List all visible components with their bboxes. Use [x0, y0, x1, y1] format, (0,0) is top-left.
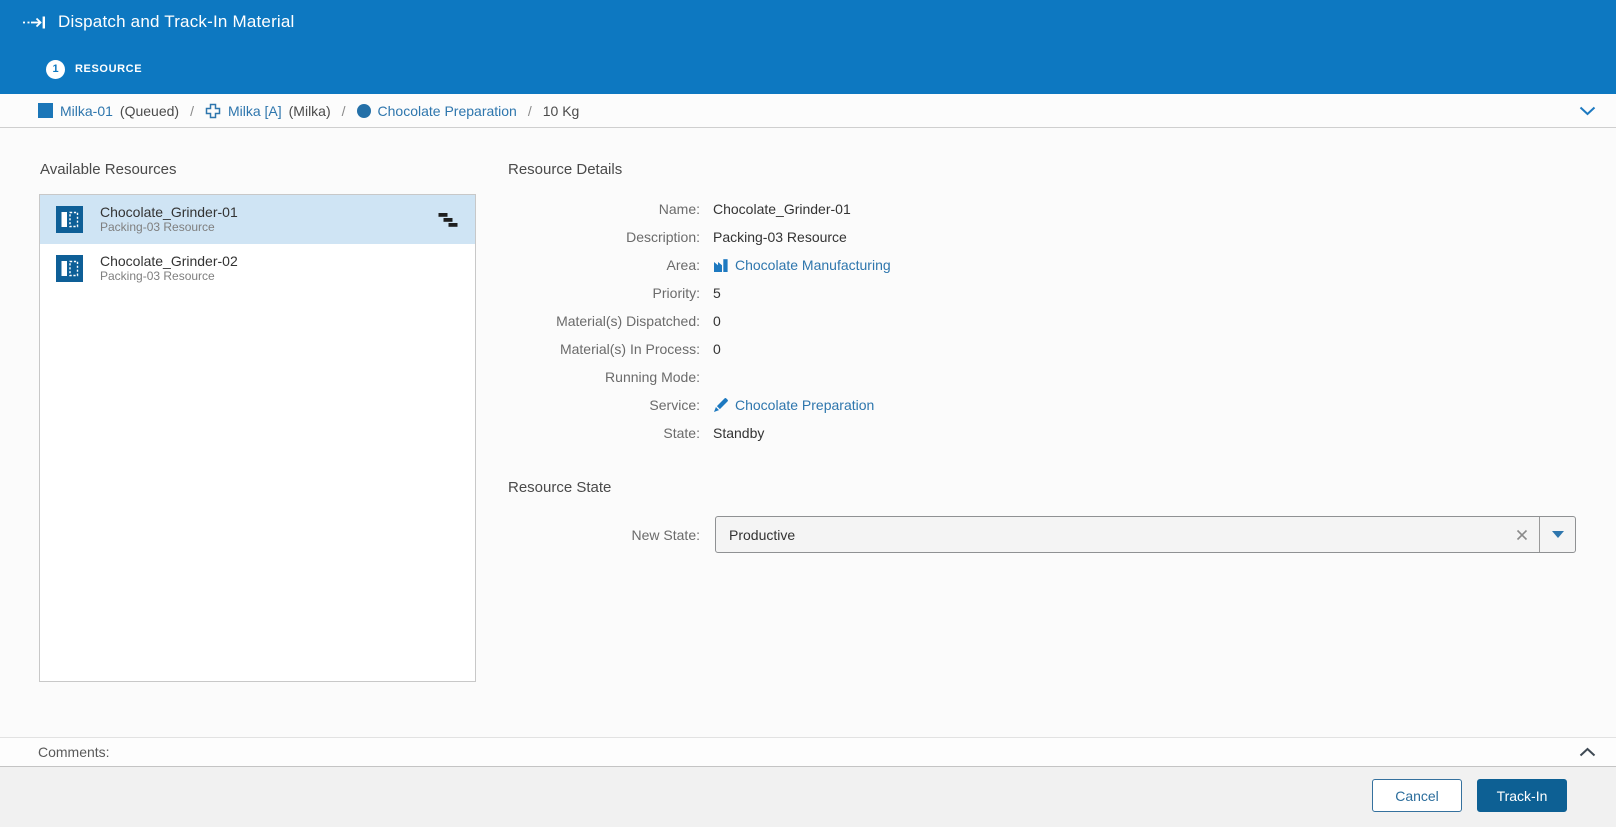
resource-icon — [56, 206, 83, 233]
breadcrumb-operation: Chocolate Preparation — [356, 103, 517, 119]
available-resources-title: Available Resources — [40, 161, 177, 178]
detail-row-materials-in-process: Material(s) In Process: 0 — [508, 335, 1408, 363]
field-value: 0 — [713, 341, 721, 357]
field-label: Service: — [649, 397, 700, 413]
new-state-label: New State: — [631, 526, 700, 543]
resource-description: Packing-03 Resource — [100, 269, 215, 283]
track-in-button[interactable]: Track-In — [1477, 779, 1567, 812]
field-label: Area: — [666, 257, 700, 273]
detail-row-priority: Priority: 5 — [508, 279, 1408, 307]
field-value: 0 — [713, 313, 721, 329]
page-title: Dispatch and Track-In Material — [58, 12, 295, 31]
wizard-step-resource[interactable]: 1 RESOURCE — [0, 44, 1616, 94]
breadcrumb-quantity: 10 Kg — [543, 103, 580, 119]
new-state-row: New State: Productive — [508, 516, 1576, 553]
clear-icon[interactable] — [1505, 529, 1539, 541]
field-label: Material(s) Dispatched: — [556, 313, 700, 329]
service-link[interactable]: Chocolate Preparation — [735, 397, 874, 413]
schedule-steps-icon[interactable] — [438, 212, 459, 228]
resource-details-form: Name: Chocolate_Grinder-01 Description: … — [508, 195, 1408, 447]
workflow-meta: (Milka) — [288, 102, 331, 119]
comments-expander[interactable]: Comments: — [0, 737, 1616, 767]
field-label: Name: — [658, 201, 700, 217]
field-value: 5 — [713, 285, 721, 301]
detail-row-description: Description: Packing-03 Resource — [508, 223, 1408, 251]
list-item[interactable]: Chocolate_Grinder-01 Packing-03 Resource — [40, 195, 475, 244]
window-titlebar: Dispatch and Track-In Material — [0, 0, 1616, 44]
footer-bar: Cancel Track-In — [0, 767, 1616, 827]
new-state-combobox[interactable]: Productive — [715, 516, 1576, 553]
detail-row-materials-dispatched: Material(s) Dispatched: 0 — [508, 307, 1408, 335]
dispatch-track-in-window: Dispatch and Track-In Material 1 RESOURC… — [0, 0, 1616, 827]
field-value: Packing-03 Resource — [713, 229, 847, 245]
resource-icon — [56, 255, 83, 282]
list-item[interactable]: Chocolate_Grinder-02 Packing-03 Resource — [40, 244, 475, 293]
cancel-button[interactable]: Cancel — [1372, 779, 1462, 812]
detail-row-state: State: Standby — [508, 419, 1408, 447]
field-label: Running Mode: — [605, 369, 700, 385]
breadcrumb-material: Milka-01 (Queued) — [38, 103, 179, 119]
quantity-text: 10 Kg — [542, 102, 580, 119]
detail-row-service: Service: Chocolate Preparation — [508, 391, 1408, 419]
resource-state-title: Resource State — [508, 479, 612, 496]
resource-name: Chocolate_Grinder-02 — [100, 253, 238, 269]
breadcrumb-separator: / — [527, 102, 532, 119]
resource-description: Packing-03 Resource — [100, 220, 215, 234]
step-label: RESOURCE — [75, 63, 143, 75]
new-state-value[interactable]: Productive — [716, 527, 1505, 543]
operation-link[interactable]: Chocolate Preparation — [378, 103, 517, 119]
chevron-up-icon[interactable] — [1579, 747, 1596, 757]
field-label: State: — [663, 425, 700, 441]
detail-row-area: Area: Chocolate Manufacturing — [508, 251, 1408, 279]
field-label: Material(s) In Process: — [559, 341, 700, 357]
material-status: (Queued) — [119, 102, 180, 119]
dispatch-icon — [22, 14, 48, 31]
resource-details-title: Resource Details — [508, 161, 623, 178]
step-number-badge: 1 — [46, 59, 65, 79]
detail-row-running-mode: Running Mode: — [508, 363, 1408, 391]
available-resources-list: Chocolate_Grinder-01 Packing-03 Resource — [39, 194, 476, 682]
material-link[interactable]: Milka-01 — [60, 103, 113, 119]
workflow-link[interactable]: Milka [A] — [228, 103, 282, 119]
field-value: Chocolate_Grinder-01 — [713, 201, 851, 217]
pen-icon — [713, 397, 729, 413]
breadcrumb-separator: / — [190, 102, 194, 119]
resource-name: Chocolate_Grinder-01 — [100, 204, 238, 220]
field-label: Priority: — [652, 285, 700, 301]
breadcrumb-workflow: Milka [A] (Milka) — [205, 103, 331, 119]
area-link[interactable]: Chocolate Manufacturing — [735, 257, 891, 273]
field-value: Standby — [713, 425, 765, 441]
detail-row-name: Name: Chocolate_Grinder-01 — [508, 195, 1408, 223]
operation-icon — [356, 103, 371, 118]
workflow-icon — [205, 103, 221, 119]
context-bar: Milka-01 (Queued) / Milka [A] (Milka) / … — [0, 94, 1616, 128]
factory-icon — [713, 258, 729, 273]
material-icon — [38, 103, 53, 118]
breadcrumb-separator: / — [341, 102, 346, 119]
comments-label: Comments: — [38, 744, 110, 760]
field-label: Description: — [626, 229, 700, 245]
dropdown-arrow-icon — [1551, 531, 1564, 538]
dropdown-arrow-button[interactable] — [1539, 517, 1575, 552]
chevron-down-icon[interactable] — [1579, 106, 1596, 116]
